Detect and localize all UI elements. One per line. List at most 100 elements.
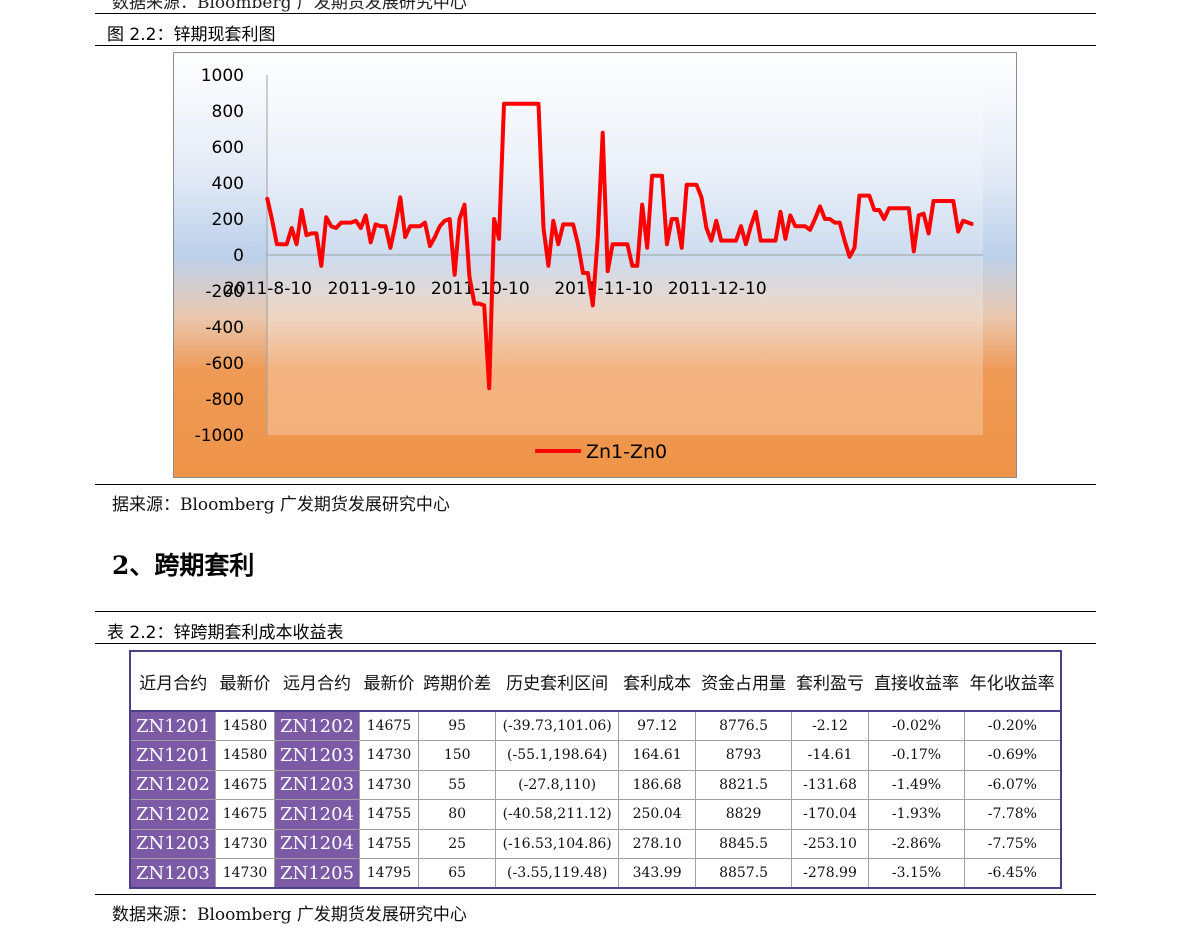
data-point bbox=[345, 221, 347, 224]
table-cell: 95 bbox=[418, 710, 496, 741]
data-point bbox=[848, 256, 851, 258]
x-tick-label: 2011-10-10 bbox=[431, 279, 530, 299]
data-point bbox=[389, 247, 392, 249]
data-point bbox=[967, 221, 969, 224]
table-top-rule bbox=[95, 611, 1096, 612]
data-point bbox=[873, 209, 876, 211]
data-point bbox=[443, 220, 446, 222]
y-tick-label: -600 bbox=[205, 354, 244, 374]
data-point bbox=[350, 221, 352, 224]
data-point bbox=[587, 272, 589, 274]
table-cell: 14675 bbox=[214, 799, 275, 829]
near-contract-cell: ZN1201 bbox=[129, 740, 216, 770]
data-point bbox=[315, 232, 318, 235]
y-tick-label: 400 bbox=[212, 174, 244, 194]
data-point bbox=[473, 302, 476, 305]
table-caption: 表 2.2：锌跨期套利成本收益表 bbox=[107, 623, 344, 643]
data-point bbox=[685, 184, 688, 186]
data-point bbox=[922, 212, 925, 215]
data-point bbox=[809, 229, 811, 231]
data-point bbox=[439, 225, 441, 227]
data-point bbox=[414, 225, 416, 227]
data-point bbox=[597, 236, 599, 238]
data-point bbox=[503, 103, 505, 105]
table-cell: 8793 bbox=[695, 740, 792, 770]
column-header: 近月合约 bbox=[130, 651, 216, 712]
data-point bbox=[374, 223, 377, 226]
data-point bbox=[646, 247, 648, 249]
table-cell: 343.99 bbox=[617, 858, 696, 888]
table-cell: 25 bbox=[418, 828, 496, 859]
data-point bbox=[676, 218, 678, 220]
table-cell: 80 bbox=[418, 799, 496, 829]
table-cell: 14675 bbox=[358, 710, 419, 741]
data-point bbox=[868, 194, 871, 197]
data-point bbox=[750, 225, 752, 227]
figure-source-note: 据来源：Bloomberg 广发期货发展研究中心 bbox=[112, 495, 450, 515]
data-point bbox=[898, 207, 900, 209]
near-contract-cell: ZN1203 bbox=[129, 858, 216, 888]
table-cell: 14675 bbox=[214, 769, 275, 800]
x-tick-label: 2011-12-10 bbox=[668, 279, 767, 299]
column-header: 年化收益率 bbox=[964, 651, 1061, 712]
column-header: 直接收益率 bbox=[868, 651, 965, 712]
table-cell: (-27.8,110) bbox=[495, 769, 619, 800]
chart-area: 1000 800 600 400 200 0 -200 -400 -600 -800 -1000 20… bbox=[173, 52, 1017, 478]
data-point bbox=[419, 225, 421, 227]
table-cell: 164.61 bbox=[617, 740, 696, 770]
data-point bbox=[784, 238, 787, 240]
data-point bbox=[552, 220, 555, 222]
table-cell: -0.17% bbox=[868, 740, 965, 770]
data-point bbox=[903, 207, 905, 209]
data-point bbox=[409, 225, 411, 227]
table-cell: 186.68 bbox=[617, 769, 696, 800]
data-point bbox=[804, 225, 806, 227]
data-point bbox=[705, 227, 708, 229]
data-point bbox=[518, 103, 520, 105]
data-point bbox=[957, 230, 959, 233]
data-point bbox=[281, 243, 283, 245]
y-tick-label: 200 bbox=[212, 210, 244, 230]
data-point bbox=[266, 196, 268, 199]
data-point bbox=[720, 239, 722, 242]
table-cell: -1.93% bbox=[868, 799, 965, 829]
figure-bottom-rule bbox=[95, 484, 1096, 485]
data-point bbox=[276, 243, 278, 245]
data-point bbox=[463, 203, 466, 206]
table-cell: 14755 bbox=[358, 799, 419, 829]
data-point bbox=[285, 243, 288, 245]
table-cell: -6.07% bbox=[963, 769, 1061, 800]
data-point bbox=[572, 223, 574, 226]
data-point bbox=[942, 200, 945, 202]
table-cell: 8857.5 bbox=[695, 858, 792, 888]
column-header: 最新价 bbox=[215, 651, 275, 712]
near-contract-cell: ZN1202 bbox=[129, 799, 216, 829]
data-point bbox=[498, 238, 500, 240]
data-point bbox=[799, 225, 801, 227]
data-point bbox=[710, 239, 713, 242]
data-point bbox=[814, 218, 816, 220]
data-point bbox=[394, 223, 397, 226]
data-point bbox=[325, 216, 327, 218]
table-cell: 14795 bbox=[358, 858, 419, 888]
data-point bbox=[932, 200, 935, 202]
table-cell: -0.69% bbox=[963, 740, 1061, 770]
table-cell: 250.04 bbox=[617, 799, 696, 829]
table-cell: 8845.5 bbox=[695, 828, 792, 859]
data-point bbox=[834, 221, 836, 224]
data-point bbox=[631, 265, 634, 267]
data-point bbox=[360, 227, 362, 229]
table-cell: -2.86% bbox=[868, 828, 965, 859]
data-point bbox=[488, 387, 491, 390]
table-bottom-rule bbox=[95, 894, 1096, 895]
data-point bbox=[508, 103, 510, 105]
table-caption-rule bbox=[95, 643, 1096, 644]
far-contract-cell: ZN1205 bbox=[274, 858, 360, 888]
data-point bbox=[715, 220, 718, 222]
data-point bbox=[547, 265, 550, 267]
table-cell: -170.04 bbox=[790, 799, 869, 829]
far-contract-cell: ZN1204 bbox=[274, 828, 360, 859]
far-contract-cell: ZN1203 bbox=[274, 769, 360, 800]
data-point bbox=[755, 211, 757, 213]
table-cell: -14.61 bbox=[790, 740, 869, 770]
